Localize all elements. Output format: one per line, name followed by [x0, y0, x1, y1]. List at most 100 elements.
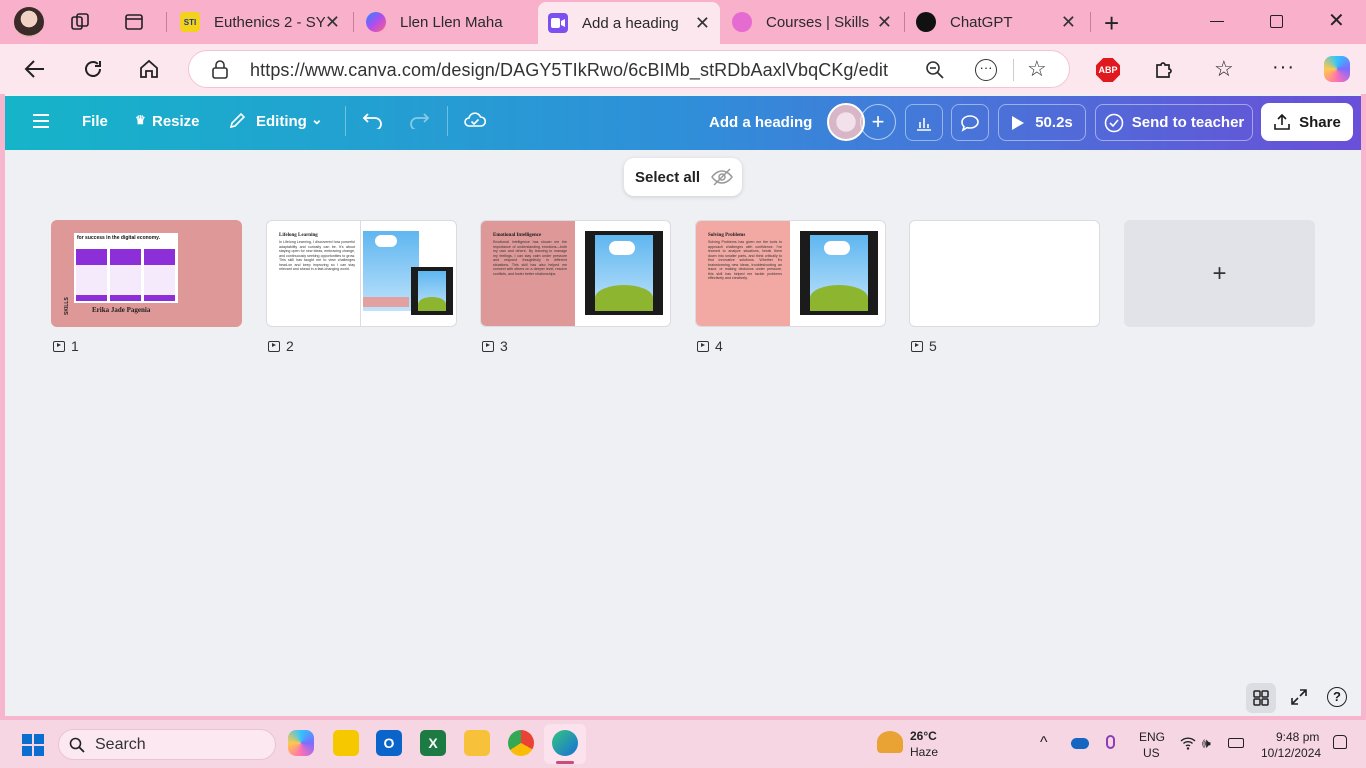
excel-icon[interactable]: X	[420, 730, 446, 756]
weather-desc: Haze	[910, 745, 939, 759]
copilot-taskbar-icon[interactable]	[288, 730, 314, 756]
tab-actions-icon[interactable]	[124, 12, 144, 32]
workspaces-icon[interactable]	[70, 12, 90, 32]
url-text: https://www.canva.com/design/DAGY5TIkRwo…	[250, 60, 889, 80]
close-tab-icon[interactable]: ✕	[695, 13, 710, 34]
tab-chatgpt[interactable]: ChatGPT ✕	[906, 4, 1086, 40]
sticky-notes-icon[interactable]	[333, 730, 359, 756]
slide-1-author: Erika Jade Pagenia	[92, 306, 151, 314]
slide-thumbnail-3[interactable]: Emotional Intelligence Emotional Intelli…	[480, 220, 671, 327]
edge-icon[interactable]	[552, 730, 578, 756]
slide-type-icon	[268, 340, 280, 352]
slide-thumbnail-4[interactable]: Solving Problems Solving Problems has gi…	[695, 220, 886, 327]
add-collaborator-icon[interactable]: +	[860, 104, 896, 140]
send-to-teacher-button[interactable]: Send to teacher	[1095, 104, 1253, 141]
redo-icon[interactable]	[408, 111, 430, 134]
close-window-icon[interactable]: ✕	[1328, 8, 1345, 33]
favorite-star-icon[interactable]: ☆	[1027, 56, 1047, 82]
settings-more-icon[interactable]: ···	[1272, 56, 1295, 79]
timer-label: 50.2s	[1035, 114, 1073, 131]
slide-1-heading: for success in the digital economy.	[77, 235, 160, 241]
clock-time[interactable]: 9:48 pm	[1276, 730, 1319, 744]
select-all-pill[interactable]: Select all	[624, 158, 742, 196]
extensions-puzzle-icon[interactable]	[1153, 58, 1175, 85]
check-circle-icon	[1104, 113, 1124, 132]
add-slide-button[interactable]: +	[1124, 220, 1315, 327]
restore-icon[interactable]	[1270, 15, 1283, 28]
slide-label-4: 4	[697, 338, 723, 354]
cloud-saved-icon[interactable]	[463, 110, 487, 135]
back-icon[interactable]	[18, 52, 52, 86]
sti-favicon: STI	[180, 12, 200, 32]
chevron-down-icon[interactable]: ⌄	[311, 111, 323, 128]
volume-icon[interactable]: 🕪	[1202, 735, 1211, 752]
weather-haze-icon[interactable]	[877, 731, 903, 753]
share-button[interactable]: Share	[1261, 103, 1353, 141]
language-line1[interactable]: ENG	[1139, 730, 1165, 744]
design-title[interactable]: Add a heading	[709, 114, 812, 131]
onedrive-icon[interactable]	[1071, 738, 1089, 749]
microphone-icon[interactable]	[1106, 735, 1115, 749]
home-icon[interactable]	[132, 52, 166, 86]
eye-hidden-icon[interactable]	[710, 167, 734, 191]
close-tab-icon[interactable]: ✕	[877, 12, 892, 33]
close-tab-icon[interactable]: ✕	[1061, 12, 1076, 33]
profile-avatar[interactable]	[14, 7, 44, 37]
slide-type-icon	[911, 340, 923, 352]
slide-4-body: Solving Problems has given me the tools …	[708, 240, 782, 280]
slide-3-text: Emotional Intelligence Emotional Intelli…	[493, 233, 567, 310]
windows-start-icon[interactable]	[22, 734, 44, 756]
tab-title: Euthenics 2 - SY	[214, 13, 325, 31]
slide-thumbnail-1[interactable]: for success in the digital economy. SKIL…	[51, 220, 242, 327]
grid-view-icon[interactable]	[1246, 683, 1276, 713]
slide-thumbnail-2[interactable]: Lifelong Learning In Lifelong Learning, …	[266, 220, 457, 327]
editing-mode-button[interactable]: Editing	[256, 113, 307, 130]
file-explorer-icon[interactable]	[464, 730, 490, 756]
weather-temp: 26°C	[910, 729, 937, 743]
slide-2-heading: Lifelong Learning	[279, 233, 318, 238]
undo-icon[interactable]	[362, 111, 384, 134]
file-menu[interactable]: File	[82, 113, 108, 130]
zoom-icon[interactable]	[925, 60, 945, 85]
copilot-icon[interactable]	[1324, 56, 1350, 82]
slide-type-icon	[697, 340, 709, 352]
tab-canva-active[interactable]: Add a heading ✕	[538, 2, 720, 44]
minimize-icon[interactable]	[1210, 21, 1224, 22]
tab-courses[interactable]: Courses | Skills ✕	[722, 4, 902, 40]
close-tab-icon[interactable]: ✕	[325, 12, 340, 33]
wifi-icon[interactable]	[1180, 736, 1196, 755]
tab-title: Llen Llen Maha	[400, 13, 503, 31]
insights-chart-icon[interactable]	[905, 104, 943, 141]
search-label: Search	[95, 735, 146, 753]
chrome-icon[interactable]	[508, 730, 534, 756]
tab-messenger[interactable]: Llen Llen Maha	[356, 4, 536, 40]
slide-number: 2	[286, 338, 294, 354]
outlook-icon[interactable]: O	[376, 730, 402, 756]
taskbar-search-box[interactable]: Search	[58, 729, 276, 760]
main-menu-icon[interactable]	[33, 114, 49, 128]
reload-icon[interactable]	[76, 52, 110, 86]
resize-button[interactable]: Resize	[152, 113, 200, 130]
slide-number: 5	[929, 338, 937, 354]
clock-date[interactable]: 10/12/2024	[1261, 746, 1321, 760]
more-options-circle-icon[interactable]: ···	[975, 59, 997, 81]
help-icon[interactable]: ?	[1327, 687, 1347, 707]
comment-icon[interactable]	[951, 104, 989, 141]
show-hidden-icons[interactable]: ^	[1040, 734, 1048, 752]
tab-title: Courses | Skills	[766, 13, 870, 31]
fullscreen-icon[interactable]	[1290, 688, 1308, 711]
tab-euthenics[interactable]: STI Euthenics 2 - SY ✕	[170, 4, 350, 40]
notification-bell-icon[interactable]	[1333, 735, 1347, 749]
slide-thumbnail-5[interactable]	[909, 220, 1100, 327]
battery-icon[interactable]	[1228, 738, 1244, 748]
slide-2-body: In Lifelong Learning, I discovered how p…	[279, 240, 355, 271]
new-tab-icon[interactable]: +	[1104, 8, 1119, 39]
favorites-list-icon[interactable]: ☆	[1214, 56, 1234, 82]
address-bar[interactable]: https://www.canva.com/design/DAGY5TIkRwo…	[188, 50, 1070, 88]
site-info-lock-icon[interactable]	[211, 60, 229, 85]
present-button[interactable]: 50.2s	[998, 104, 1086, 141]
language-line2[interactable]: US	[1143, 746, 1160, 760]
slide-number: 3	[500, 338, 508, 354]
slide-1-content: for success in the digital economy.	[74, 233, 178, 303]
browser-tab-bar: STI Euthenics 2 - SY ✕ Llen Llen Maha Ad…	[0, 0, 1366, 44]
